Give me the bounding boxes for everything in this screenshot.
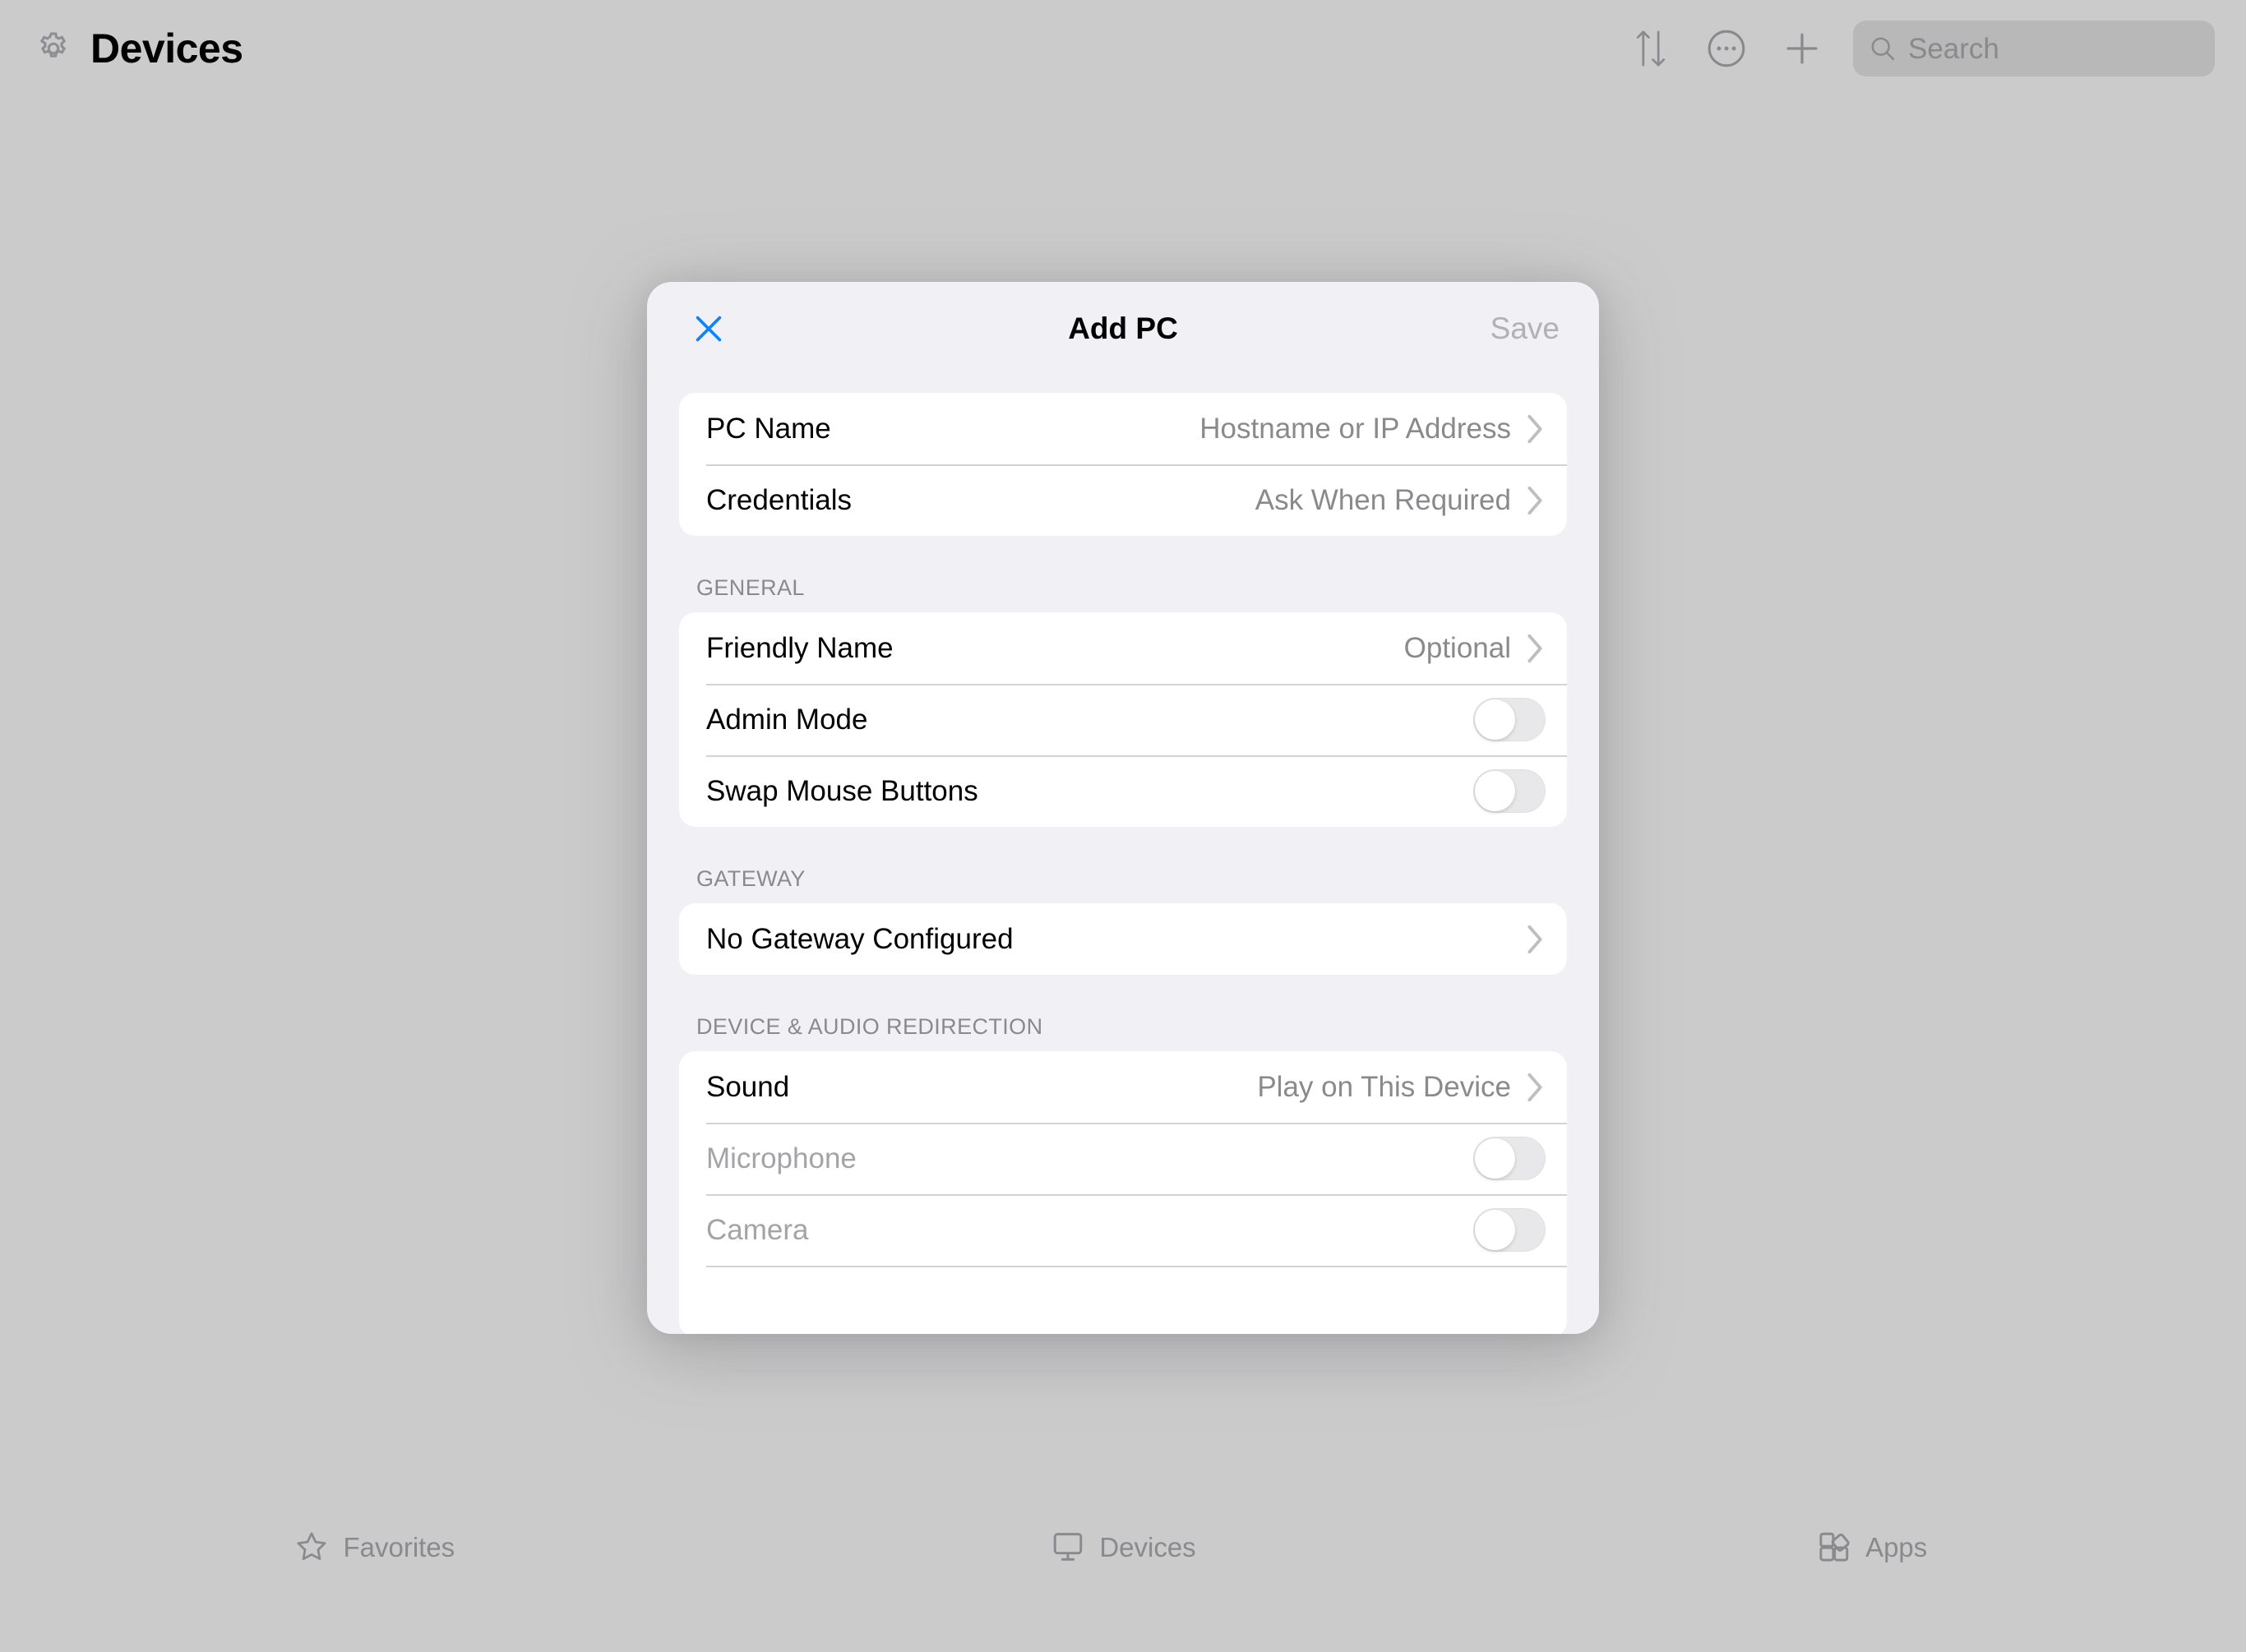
row-accessory <box>1526 924 1546 955</box>
more-icon[interactable] <box>1689 11 1764 86</box>
row-microphone: Microphone <box>679 1123 1567 1194</box>
row-credentials[interactable]: Credentials Ask When Required <box>679 464 1567 536</box>
row-admin-mode[interactable]: Admin Mode <box>679 684 1567 755</box>
chevron-right-icon <box>1526 485 1546 516</box>
tab-label: Favorites <box>343 1531 455 1562</box>
dialog-header: Add PC Save <box>647 282 1599 375</box>
row-accessory <box>1473 1137 1546 1180</box>
row-label: Camera <box>706 1214 809 1246</box>
gear-icon[interactable] <box>35 30 72 67</box>
tab-favorites[interactable]: Favorites <box>0 1529 749 1565</box>
toggle-camera <box>1473 1208 1546 1252</box>
chevron-right-icon <box>1526 1072 1546 1103</box>
row-accessory: Optional <box>1404 633 1546 664</box>
row-camera: Camera <box>679 1194 1567 1266</box>
section-general: Friendly Name Optional Admin Mode Swap M… <box>679 612 1567 827</box>
row-accessory <box>1473 769 1546 813</box>
row-label: PC Name <box>706 413 831 445</box>
row-label: Sound <box>706 1071 790 1103</box>
add-pc-dialog-surface: Add PC Save PC Name Hostname or IP Addre… <box>647 282 1599 1334</box>
dialog-body: PC Name Hostname or IP Address Credentia… <box>647 393 1599 1334</box>
row-label: Credentials <box>706 484 853 516</box>
row-swap-mouse-buttons[interactable]: Swap Mouse Buttons <box>679 755 1567 827</box>
apps-grid-icon <box>1816 1529 1852 1565</box>
chevron-right-icon <box>1526 633 1546 664</box>
search-input[interactable]: Search <box>1853 21 2215 76</box>
tab-label: Devices <box>1099 1531 1196 1562</box>
row-value: Hostname or IP Address <box>1199 413 1511 445</box>
row-value: Optional <box>1403 632 1511 664</box>
save-button[interactable]: Save <box>1490 311 1560 346</box>
row-friendly-name[interactable]: Friendly Name Optional <box>679 612 1567 684</box>
row-accessory: Play on This Device <box>1257 1072 1546 1103</box>
row-label: Swap Mouse Buttons <box>706 775 978 807</box>
page-title: Devices <box>90 25 243 72</box>
chevron-right-icon <box>1526 413 1546 445</box>
add-pc-dialog: Add PC Save PC Name Hostname or IP Addre… <box>647 282 1599 1334</box>
section-connection: PC Name Hostname or IP Address Credentia… <box>679 393 1567 536</box>
row-value: Ask When Required <box>1255 484 1511 516</box>
row-clipped <box>679 1266 1567 1334</box>
toggle-admin-mode[interactable] <box>1473 698 1546 741</box>
bottom-tab-bar: Favorites Devices Apps <box>0 1520 2246 1652</box>
row-accessory <box>1473 1208 1546 1252</box>
monitor-icon <box>1050 1529 1086 1565</box>
search-icon <box>1868 34 1897 63</box>
top-bar-actions: Search <box>1613 11 2215 86</box>
star-icon <box>293 1529 330 1565</box>
row-label: Friendly Name <box>706 632 894 664</box>
top-bar-left: Devices <box>35 28 243 69</box>
row-gateway[interactable]: No Gateway Configured <box>679 903 1567 975</box>
toggle-knob <box>1475 1138 1515 1179</box>
row-pc-name[interactable]: PC Name Hostname or IP Address <box>679 393 1567 464</box>
row-sound[interactable]: Sound Play on This Device <box>679 1051 1567 1123</box>
chevron-right-icon <box>1526 924 1546 955</box>
section-header-general: GENERAL <box>696 575 805 600</box>
tab-apps[interactable]: Apps <box>1497 1529 2246 1565</box>
tab-devices[interactable]: Devices <box>749 1529 1498 1565</box>
section-header-gateway: GATEWAY <box>696 866 806 891</box>
toggle-knob <box>1475 1210 1515 1250</box>
tab-label: Apps <box>1865 1531 1928 1562</box>
search-placeholder: Search <box>1908 32 1999 65</box>
section-gateway: No Gateway Configured <box>679 903 1567 975</box>
row-label: Admin Mode <box>706 704 868 736</box>
row-accessory: Ask When Required <box>1255 485 1546 516</box>
top-bar: Devices Search <box>0 0 2246 97</box>
row-label: Microphone <box>706 1142 857 1174</box>
add-icon[interactable] <box>1764 11 1840 86</box>
toggle-knob <box>1475 699 1515 740</box>
row-value: Play on This Device <box>1257 1071 1511 1103</box>
sort-icon[interactable] <box>1613 11 1689 86</box>
toggle-microphone <box>1473 1137 1546 1180</box>
row-accessory <box>1473 698 1546 741</box>
dialog-title: Add PC <box>1068 311 1178 345</box>
section-device-audio-redirection: Sound Play on This Device Microphone Cam… <box>679 1051 1567 1334</box>
toggle-knob <box>1475 771 1515 811</box>
row-label: No Gateway Configured <box>706 923 1014 955</box>
section-header-device-audio-redirection: DEVICE & AUDIO REDIRECTION <box>696 1014 1043 1039</box>
close-icon[interactable] <box>683 303 734 354</box>
toggle-swap-mouse-buttons[interactable] <box>1473 769 1546 813</box>
row-accessory: Hostname or IP Address <box>1199 413 1546 445</box>
